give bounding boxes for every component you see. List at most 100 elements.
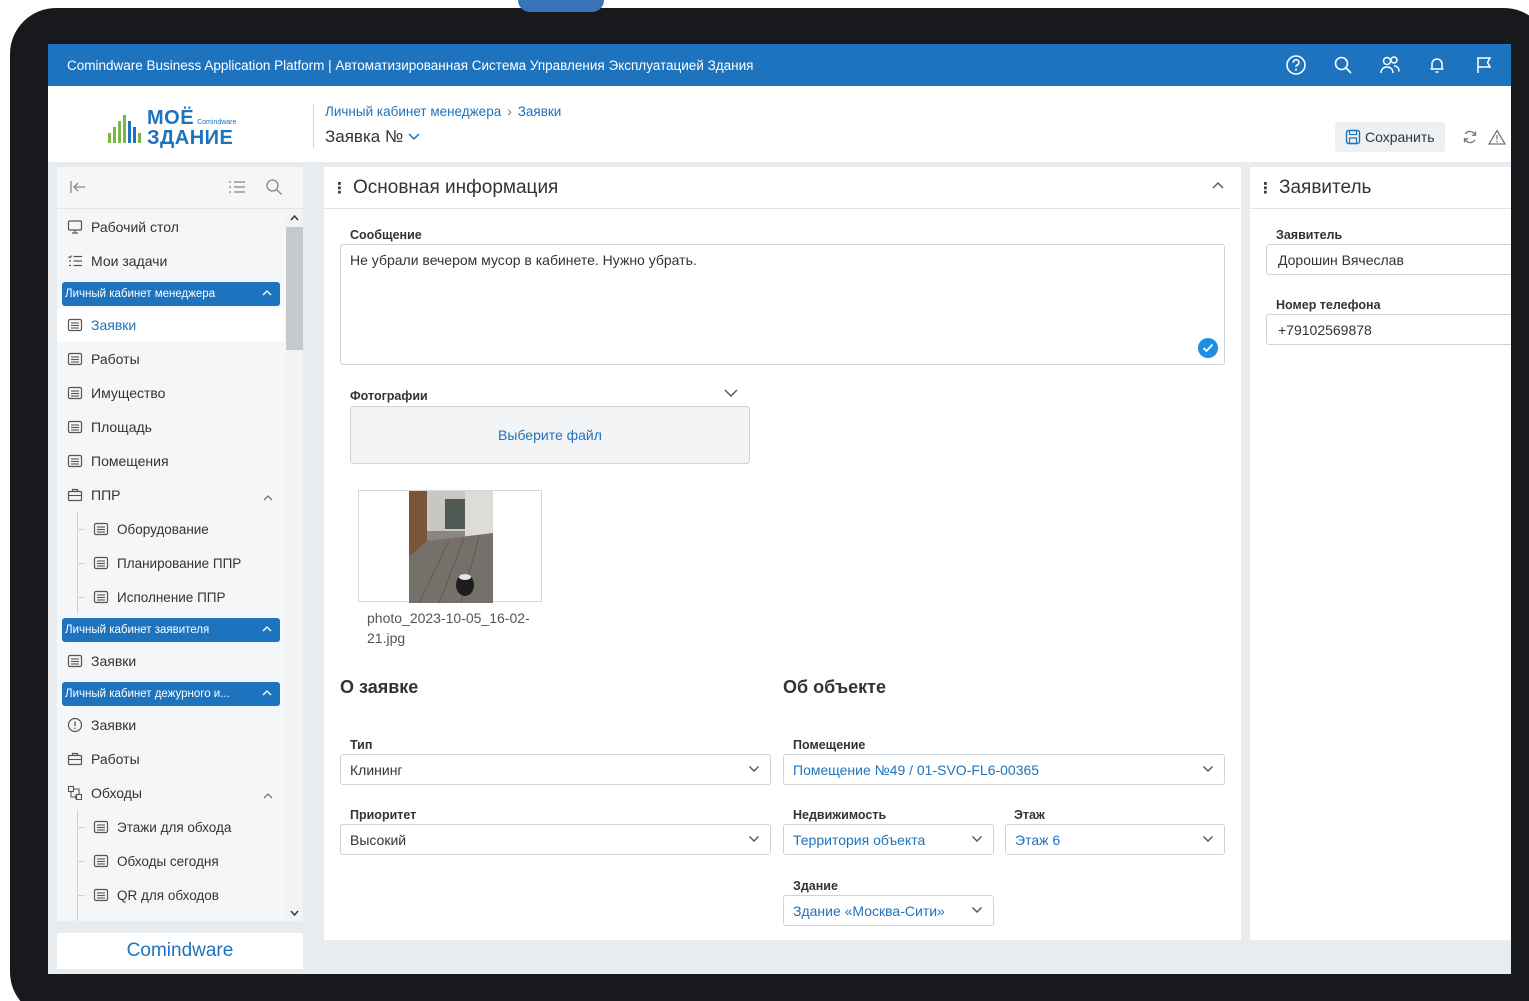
type-select[interactable]: Клининг [340,754,771,785]
sidebar-item[interactable]: Мои задачи [57,244,285,278]
room-value[interactable]: Помещение №49 / 01-SVO-FL6-00365 [793,762,1039,778]
floor-value[interactable]: Этаж 6 [1015,832,1060,848]
case-icon [67,751,83,767]
sidebar-item[interactable]: QR для обходов [57,878,285,912]
message-textarea[interactable]: Не убрали вечером мусор в кабинете. Нужн… [340,244,1225,365]
list-icon [67,653,83,669]
sidebar-item[interactable]: Обходы сегодня [57,844,285,878]
chevron-up-icon[interactable] [263,488,273,504]
sidebar-item[interactable]: Работы [57,742,285,776]
photo-thumbnail[interactable] [358,490,542,603]
list-icon [67,317,83,333]
sidebar-item-label: ППР [91,487,121,503]
collapse-sidebar-icon[interactable] [69,178,87,196]
chevron-up-icon[interactable] [262,287,272,299]
phone-field[interactable]: +79102569878 [1266,314,1511,345]
list-view-icon[interactable] [227,178,247,196]
sidebar-item[interactable]: ППР [57,478,285,512]
sidebar-item[interactable]: Заявки [57,308,285,342]
room-select[interactable]: Помещение №49 / 01-SVO-FL6-00365 [783,754,1225,785]
sidebar-item[interactable]: Планирование ППР [57,546,285,580]
flag-icon[interactable] [1460,44,1507,86]
save-button[interactable]: Сохранить [1335,122,1445,152]
chevron-down-icon [408,133,420,141]
sidebar-group-header[interactable]: Личный кабинет менеджера [62,282,280,306]
page-title[interactable]: Заявка № [325,127,421,147]
sidebar-item-label: Оборудование [117,521,209,537]
sidebar-item-label: Заявки [91,653,137,669]
photos-chevron-down-icon[interactable] [723,388,739,398]
chevron-down-icon [1203,766,1213,772]
sidebar-group-label: Личный кабинет заявителя [65,624,210,636]
drag-handle-icon[interactable]: ⋮ [332,179,347,197]
sidebar-group-header[interactable]: Личный кабинет дежурного и... [62,682,280,706]
sidebar-item-label: Площадь [91,419,152,435]
chevron-up-icon[interactable] [263,786,273,802]
check-icon [1198,338,1218,358]
scrollbar-thumb[interactable] [286,227,303,350]
main-panel-header: ⋮ Основная информация [324,167,1241,209]
list-icon [93,589,109,605]
chevron-up-icon[interactable] [262,687,272,699]
drag-handle-icon[interactable]: ⋮ [1258,179,1273,197]
collapse-panel-icon[interactable] [1211,180,1225,190]
sidebar-group-header[interactable]: Личный кабинет заявителя [62,618,280,642]
priority-value: Высокий [350,831,407,848]
breadcrumb-item[interactable]: Заявки [518,104,562,119]
choose-file-link[interactable]: Выберите файл [498,427,602,443]
logo[interactable]: МОЁ Comindware ЗДАНИЕ [108,108,236,148]
users-icon[interactable] [1366,44,1413,86]
sidebar-toolbar [57,167,303,209]
scroll-up-icon[interactable] [290,214,299,221]
property-select[interactable]: Территория объекта [783,824,994,855]
sidebar-item-label: Помещения [91,453,169,469]
list-icon [93,887,109,903]
sidebar-item-label: Планирование ППР [117,555,242,571]
sidebar-item[interactable]: Рабочий стол [57,210,285,244]
sidebar-item[interactable]: Заявки [57,708,285,742]
main-panel-title: Основная информация [353,176,559,198]
chevron-up-icon[interactable] [262,623,272,635]
top-icons [1272,44,1507,86]
list-icon [67,453,83,469]
sidebar-item[interactable]: Заявки [57,644,285,678]
sidebar-item[interactable]: Показатели [57,912,285,921]
sidebar-item[interactable]: Исполнение ППР [57,580,285,614]
list-icon [93,853,109,869]
alert-icon [67,717,83,733]
search-icon[interactable] [1319,44,1366,86]
desktop-icon [67,219,83,235]
file-dropzone[interactable]: Выберите файл [350,406,750,464]
logo-line1: МОЁ [147,107,195,129]
help-icon[interactable] [1272,44,1319,86]
type-value: Клининг [350,761,403,778]
photo-filename[interactable]: photo_2023-10-05_16-02-21.jpg [367,608,557,648]
sidebar-item[interactable]: Имущество [57,376,285,410]
sidebar-item-label: Заявки [91,717,137,733]
warning-icon[interactable] [1485,122,1509,152]
sidebar-scrollbar[interactable] [286,210,303,921]
sidebar-search-icon[interactable] [265,178,283,196]
header-divider [313,104,314,148]
tasks-icon [67,253,83,269]
scroll-down-icon[interactable] [290,910,299,917]
chevron-down-icon [1203,836,1213,842]
applicant-field[interactable]: Дорошин Вячеслав [1266,244,1511,275]
sidebar-item[interactable]: Площадь [57,410,285,444]
property-value[interactable]: Территория объекта [793,832,925,848]
building-select[interactable]: Здание «Москва-Сити» [783,895,994,926]
refresh-icon[interactable] [1458,122,1482,152]
building-value[interactable]: Здание «Москва-Сити» [793,903,945,919]
sidebar-item[interactable]: Этажи для обхода [57,810,285,844]
priority-select[interactable]: Высокий [340,824,771,855]
bell-icon[interactable] [1413,44,1460,86]
sidebar-item[interactable]: Работы [57,342,285,376]
sidebar-item[interactable]: Оборудование [57,512,285,546]
breadcrumb-item[interactable]: Личный кабинет менеджера [325,104,501,119]
floor-select[interactable]: Этаж 6 [1005,824,1225,855]
sidebar-item-label: QR для обходов [117,887,219,903]
sidebar-item[interactable]: Помещения [57,444,285,478]
list-icon [93,555,109,571]
chevron-down-icon [749,836,759,842]
sidebar-item[interactable]: Обходы [57,776,285,810]
